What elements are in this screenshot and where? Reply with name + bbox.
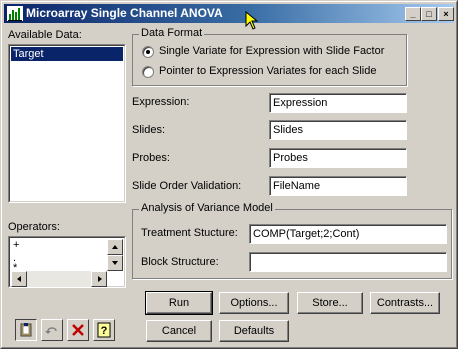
maximize-icon: □ <box>426 9 432 19</box>
slide-order-validation-label: Slide Order Validation: <box>132 180 242 192</box>
scroll-down-button[interactable] <box>107 255 123 271</box>
undo-icon <box>45 327 57 334</box>
operators-vertical-scrollbar[interactable] <box>107 239 123 271</box>
scroll-right-button[interactable] <box>91 271 107 287</box>
probes-label: Probes: <box>132 152 170 164</box>
operators-label: Operators: <box>8 221 60 233</box>
treatment-structure-field[interactable]: COMP(Target;2;Cont) <box>249 224 447 244</box>
bar-chart-app-icon <box>7 6 23 21</box>
minimize-button[interactable]: _ <box>405 7 421 21</box>
help-icon: ? <box>97 322 111 338</box>
help-button[interactable]: ? <box>93 319 115 341</box>
single-variate-label[interactable]: Single Variate for Expression with Slide… <box>159 45 384 57</box>
minimize-icon: _ <box>410 9 416 19</box>
available-data-label: Available Data: <box>8 29 82 41</box>
data-format-group: Data Format Single Variate for Expressio… <box>132 27 408 87</box>
dialog-window: Microarray Single Channel ANOVA _ □ × Av… <box>0 0 458 349</box>
defaults-button[interactable]: Defaults <box>219 320 289 342</box>
cancel-button[interactable]: Cancel <box>146 320 212 342</box>
anova-model-title: Analysis of Variance Model <box>139 202 275 214</box>
arrow-right-icon <box>98 276 102 282</box>
title-bar[interactable]: Microarray Single Channel ANOVA _ □ × <box>4 4 454 23</box>
scroll-up-button[interactable] <box>107 239 123 255</box>
undo-button[interactable] <box>41 319 63 341</box>
clipboard-button[interactable] <box>15 319 37 341</box>
slides-label: Slides: <box>132 124 166 136</box>
probes-field[interactable]: Probes <box>269 148 407 168</box>
clipboard-icon <box>20 323 32 337</box>
pointer-variates-radio[interactable] <box>142 66 154 78</box>
options-button[interactable]: Options... <box>219 292 289 314</box>
block-structure-field[interactable] <box>249 252 447 272</box>
list-item[interactable]: Target <box>11 47 123 61</box>
maximize-button[interactable]: □ <box>421 7 437 21</box>
list-item[interactable]: + <box>13 239 19 251</box>
svg-text:?: ? <box>101 325 108 337</box>
available-data-listbox-inner <box>9 45 125 202</box>
close-icon: × <box>443 9 449 19</box>
expression-field[interactable]: Expression <box>269 93 407 113</box>
arrow-up-icon <box>112 245 118 249</box>
store-button[interactable]: Store... <box>297 292 363 314</box>
operators-listbox[interactable]: + . * <box>8 236 126 288</box>
pointer-variates-label[interactable]: Pointer to Expression Variates for each … <box>159 65 376 77</box>
operators-horizontal-scrollbar[interactable] <box>11 271 107 287</box>
available-data-listbox[interactable]: Target <box>8 44 126 203</box>
slide-order-validation-field[interactable]: FileName <box>269 176 407 196</box>
window-title: Microarray Single Channel ANOVA <box>26 6 223 20</box>
scroll-left-button[interactable] <box>11 271 27 287</box>
expression-label: Expression: <box>132 96 190 108</box>
data-format-title: Data Format <box>139 27 205 39</box>
close-button[interactable]: × <box>438 7 454 21</box>
slides-field[interactable]: Slides <box>269 120 407 140</box>
anova-model-group: Analysis of Variance Model Treatment Stu… <box>132 202 453 280</box>
contrasts-button[interactable]: Contrasts... <box>370 292 440 314</box>
clear-icon <box>72 324 84 336</box>
arrow-left-icon <box>17 276 21 282</box>
single-variate-radio[interactable] <box>142 46 154 58</box>
run-button[interactable]: Run <box>145 291 213 315</box>
radio-selected-dot <box>146 50 150 54</box>
mouse-cursor-icon <box>245 11 259 30</box>
arrow-down-icon <box>112 261 118 265</box>
block-structure-label: Block Structure: <box>141 256 219 268</box>
clear-button[interactable] <box>67 319 89 341</box>
treatment-structure-label: Treatment Stucture: <box>141 227 238 239</box>
